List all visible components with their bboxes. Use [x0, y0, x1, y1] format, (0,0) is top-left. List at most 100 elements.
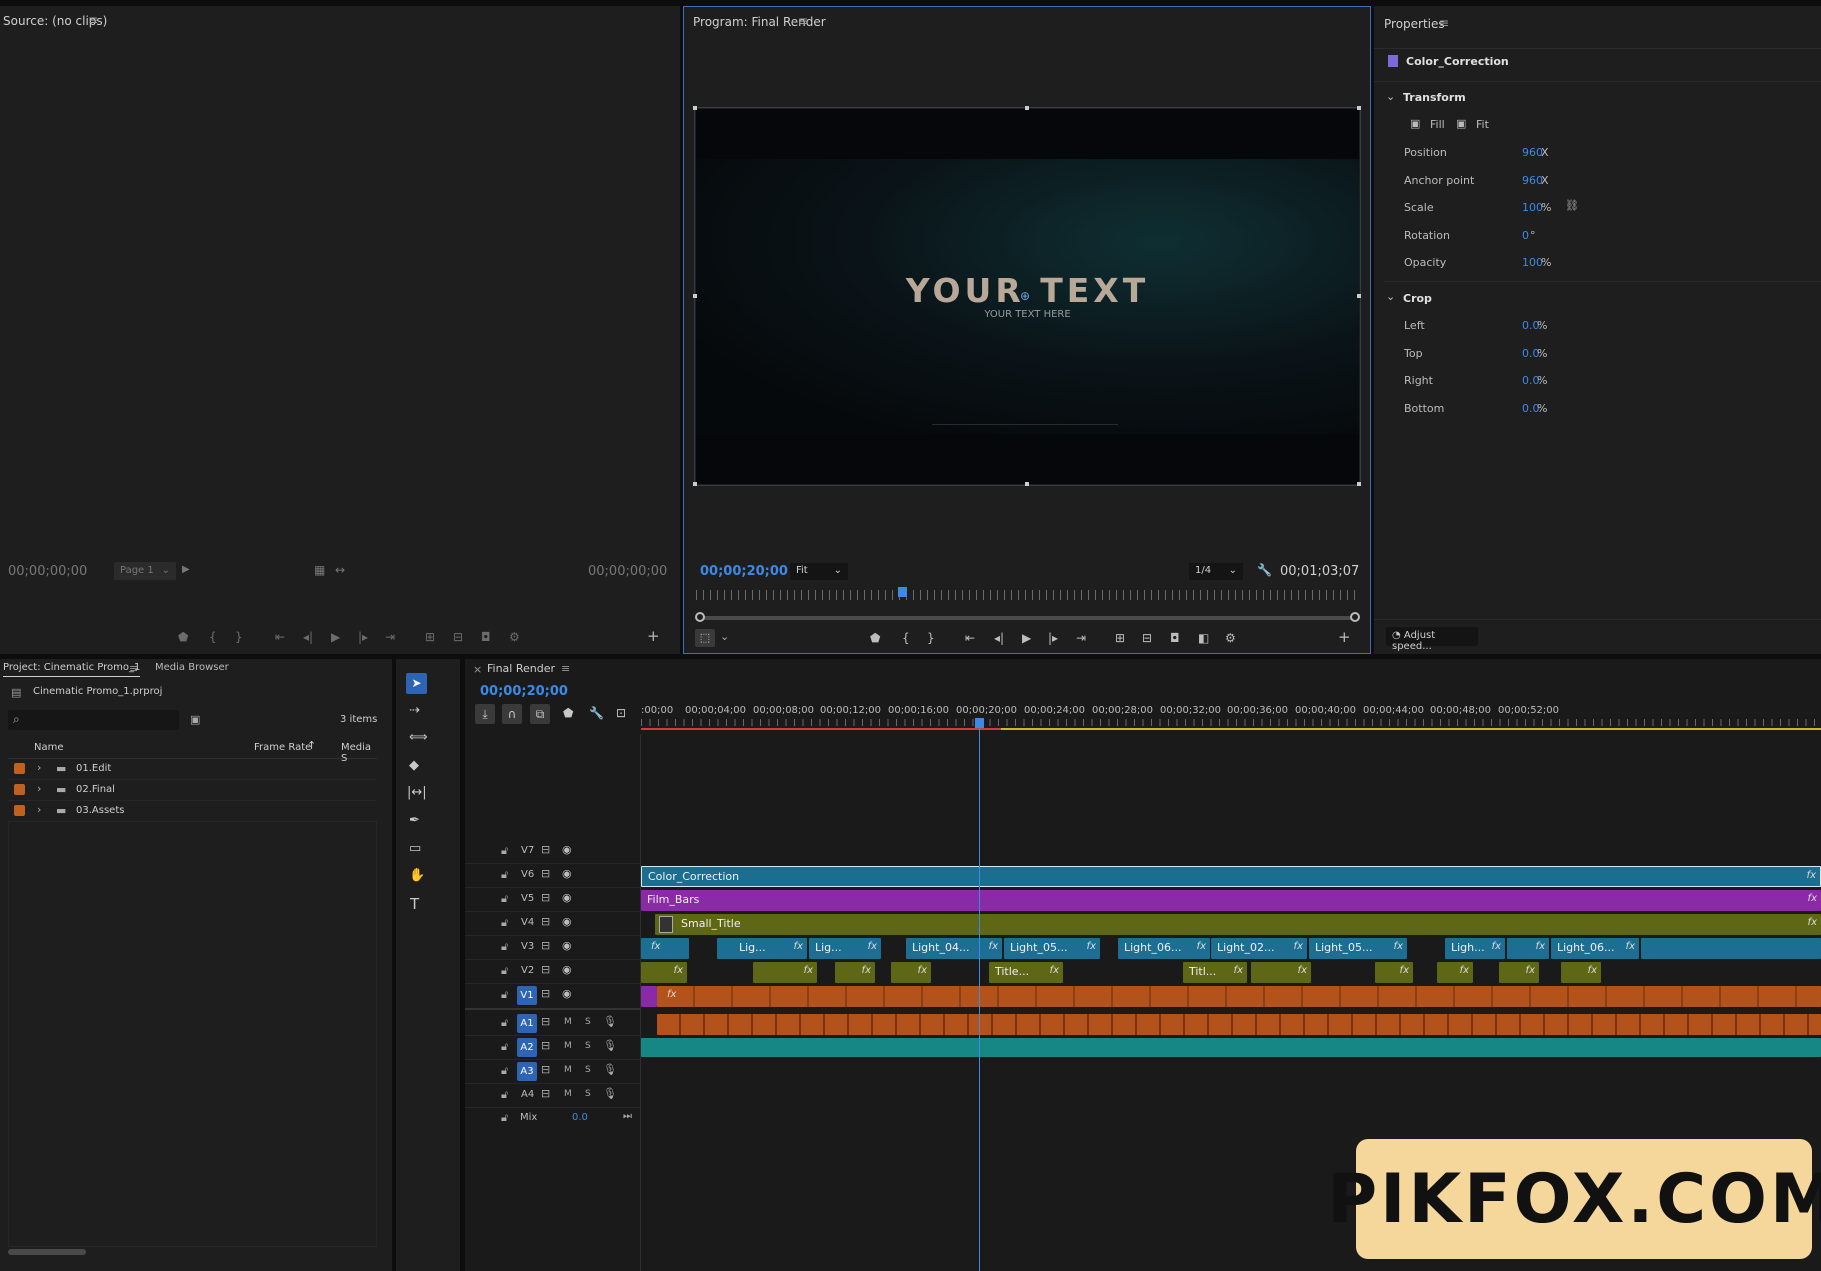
- find-icon[interactable]: ▣: [190, 713, 200, 726]
- lock-icon[interactable]: 🔓︎: [501, 844, 508, 858]
- linked-selection-icon[interactable]: ⧉: [530, 704, 550, 724]
- comparison-view-icon[interactable]: ◧: [1198, 631, 1209, 645]
- lock-icon[interactable]: 🔓︎: [501, 916, 508, 930]
- insert-icon[interactable]: ⊞: [425, 630, 435, 644]
- razor-icon[interactable]: ◆: [409, 758, 419, 773]
- list-item[interactable]: › ▬ 01.Edit: [8, 759, 377, 780]
- sync-lock-icon[interactable]: ⊟: [541, 1015, 550, 1028]
- camera-icon[interactable]: ◘: [481, 630, 491, 644]
- scroll-handle-right[interactable]: [1350, 612, 1360, 622]
- mute-button[interactable]: M: [564, 1017, 572, 1027]
- sync-lock-icon[interactable]: ⊟: [541, 867, 550, 880]
- mute-button[interactable]: M: [564, 1041, 572, 1051]
- fit-button[interactable]: Fit: [1476, 118, 1489, 131]
- eye-icon[interactable]: ◉: [562, 939, 572, 952]
- handle-tm[interactable]: [1025, 106, 1029, 110]
- handle-mr[interactable]: [1357, 294, 1361, 298]
- nest-icon[interactable]: ⤓: [475, 704, 495, 724]
- sync-lock-icon[interactable]: ⊟: [541, 939, 550, 952]
- clip-v2[interactable]: fx: [753, 962, 817, 983]
- go-to-out-icon[interactable]: ⇥: [1076, 631, 1086, 645]
- source-menu-icon[interactable]: ≡: [88, 13, 98, 27]
- track-label[interactable]: V3: [521, 941, 534, 952]
- page-next-icon[interactable]: ▶: [182, 564, 190, 575]
- track-label[interactable]: A1: [517, 1014, 537, 1033]
- track-label[interactable]: A3: [517, 1062, 537, 1081]
- lock-icon[interactable]: 🔓︎: [501, 940, 508, 954]
- lock-icon[interactable]: 🔓︎: [501, 964, 508, 978]
- mark-out-icon[interactable]: }: [235, 630, 243, 644]
- step-forward-icon[interactable]: |▸: [358, 630, 368, 644]
- go-to-in-icon[interactable]: ⇤: [275, 630, 285, 644]
- clip-v2[interactable]: Titl... fx: [1183, 962, 1247, 983]
- mix-value[interactable]: 0.0: [572, 1112, 588, 1123]
- extract-icon[interactable]: ⊟: [1142, 631, 1152, 645]
- project-menu-icon[interactable]: ≡: [129, 662, 138, 675]
- fit-dropdown[interactable]: Fit ⌄: [790, 563, 848, 580]
- eye-icon[interactable]: ◉: [562, 963, 572, 976]
- clip-v3[interactable]: Lig... fx: [717, 938, 807, 959]
- crop-section-title[interactable]: Crop: [1403, 292, 1432, 305]
- properties-title[interactable]: Properties: [1384, 17, 1445, 31]
- fit-icon[interactable]: ▣: [1456, 117, 1466, 130]
- clip-v3[interactable]: Light_04... fx: [906, 938, 1002, 959]
- search-input[interactable]: ⌕: [8, 710, 179, 730]
- clip-v3[interactable]: Light_05... fx: [1004, 938, 1100, 959]
- chevron-right-icon[interactable]: ›: [37, 782, 41, 795]
- sync-lock-icon[interactable]: ⊟: [541, 1087, 550, 1100]
- clip-a1[interactable]: [657, 1014, 1821, 1035]
- timeline-tab[interactable]: Final Render: [487, 662, 555, 675]
- sync-lock-icon[interactable]: ⊟: [541, 915, 550, 928]
- play-icon[interactable]: ▶: [331, 630, 340, 644]
- pen-icon[interactable]: ✒: [409, 813, 420, 828]
- add-button-icon[interactable]: +: [647, 627, 660, 645]
- solo-button[interactable]: S: [585, 1065, 591, 1075]
- go-to-end-icon[interactable]: ⏭: [623, 1111, 632, 1122]
- clip-v2[interactable]: fx: [641, 962, 687, 983]
- handle-ml[interactable]: [693, 294, 697, 298]
- clip-v3[interactable]: Light_06... fx: [1551, 938, 1639, 959]
- mute-button[interactable]: M: [564, 1065, 572, 1075]
- clip-v3[interactable]: Light_02... fx: [1211, 938, 1307, 959]
- column-name[interactable]: Name: [34, 742, 64, 753]
- snap-icon[interactable]: ∩: [502, 704, 522, 724]
- track-label[interactable]: V6: [521, 869, 534, 880]
- horizontal-scrollbar[interactable]: [8, 1249, 86, 1255]
- lock-icon[interactable]: 🔓︎: [501, 892, 508, 906]
- clip-v2[interactable]: fx: [1251, 962, 1311, 983]
- track-label[interactable]: V5: [521, 893, 534, 904]
- label-color-swatch[interactable]: [14, 763, 25, 774]
- eye-icon[interactable]: ◉: [562, 915, 572, 928]
- program-playhead[interactable]: [898, 587, 907, 597]
- sync-lock-icon[interactable]: ⊟: [541, 843, 550, 856]
- clip-v2[interactable]: fx: [1499, 962, 1539, 983]
- clip-v3[interactable]: Light_06... fx: [1118, 938, 1210, 959]
- clip-v1-start[interactable]: [641, 986, 657, 1007]
- solo-button[interactable]: S: [585, 1089, 591, 1099]
- add-marker-icon[interactable]: ⬟: [870, 631, 880, 645]
- properties-menu-icon[interactable]: ≡: [1439, 16, 1449, 30]
- handle-br[interactable]: [1357, 482, 1361, 486]
- handle-bl[interactable]: [693, 482, 697, 486]
- list-item[interactable]: › ▬ 03.Assets: [8, 801, 377, 822]
- settings-icon[interactable]: ⚙: [509, 630, 520, 644]
- clip-a2[interactable]: [641, 1038, 1821, 1057]
- tab-project[interactable]: Project: Cinematic Promo_1: [3, 662, 141, 677]
- sync-lock-icon[interactable]: ⊟: [541, 987, 550, 1000]
- add-button-icon[interactable]: +: [1338, 628, 1351, 646]
- clip-v3[interactable]: fx: [1507, 938, 1549, 959]
- clip-v2[interactable]: fx: [1375, 962, 1413, 983]
- mark-out-icon[interactable]: }: [927, 631, 935, 645]
- eye-icon[interactable]: ◉: [562, 987, 572, 1000]
- clip-v1[interactable]: fx: [657, 986, 1821, 1007]
- slip-tool-icon[interactable]: |↔|: [407, 785, 427, 800]
- selection-tool-icon[interactable]: ➤: [406, 673, 427, 694]
- track-label[interactable]: V2: [521, 965, 534, 976]
- eye-icon[interactable]: ◉: [562, 843, 572, 856]
- sync-lock-icon[interactable]: ⊟: [541, 891, 550, 904]
- add-marker-icon[interactable]: ⬟: [178, 630, 188, 644]
- sync-lock-icon[interactable]: ⊟: [541, 963, 550, 976]
- scale-value[interactable]: 100: [1522, 201, 1543, 214]
- clip-v2[interactable]: fx: [891, 962, 931, 983]
- clip-small-title[interactable]: Small_Title fx: [655, 914, 1821, 935]
